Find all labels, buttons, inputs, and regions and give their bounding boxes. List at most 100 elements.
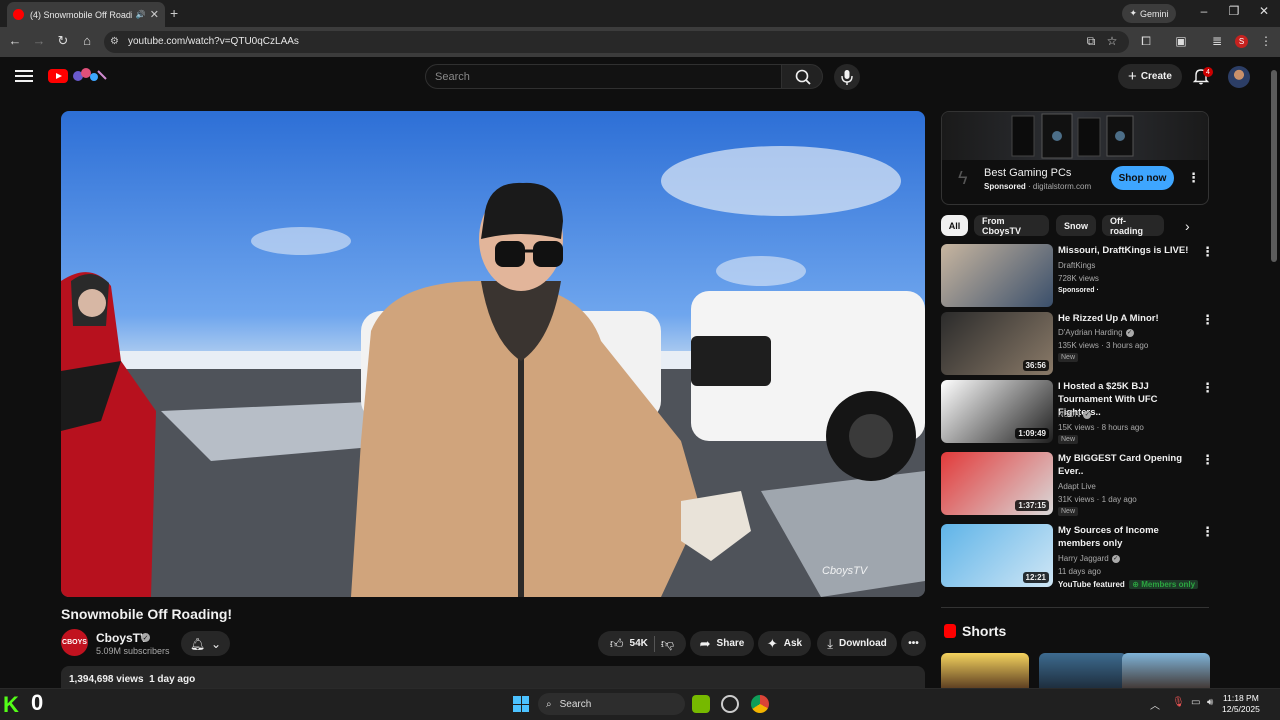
ad-title[interactable]: Best Gaming PCs [984, 167, 1071, 179]
more-vertical-icon[interactable]: ⋮ [1201, 524, 1214, 540]
like-count[interactable]: 54K [630, 638, 648, 649]
account-avatar[interactable] [1228, 66, 1250, 88]
create-button[interactable]: + Create [1118, 64, 1182, 89]
chevron-down-icon: ⌄ [211, 636, 222, 651]
chevron-right-icon[interactable]: › [1185, 218, 1190, 234]
site-info-icon[interactable]: ⚙ [110, 36, 119, 47]
video-thumbnail[interactable]: 12:21 [941, 524, 1053, 587]
video-thumbnail[interactable] [941, 244, 1053, 307]
download-icon: ⤓ [827, 635, 833, 651]
rec-title[interactable]: My BIGGEST Card Opening Ever.. [1058, 452, 1193, 478]
nvidia-app-icon[interactable] [692, 695, 710, 713]
chrome-app-icon[interactable] [751, 695, 769, 713]
more-vertical-icon[interactable]: ⋮ [1201, 452, 1214, 468]
rec-title[interactable]: Missouri, DraftKings is LIVE! [1058, 244, 1193, 257]
rec-title[interactable]: He Rizzed Up A Minor! [1058, 312, 1193, 325]
ad-banner-image[interactable] [942, 112, 1208, 160]
home-icon[interactable]: ⌂ [78, 33, 96, 48]
speaker-icon[interactable]: 🔊 [136, 10, 146, 19]
video-thumbnail[interactable]: 1:09:49 [941, 380, 1053, 443]
close-window-icon[interactable]: ✕ [1254, 4, 1274, 18]
split-view-icon[interactable]: ▣ [1173, 34, 1189, 48]
obs-app-icon[interactable] [721, 695, 739, 713]
list-item[interactable]: 1:09:49 I Hosted a $25K BJJ Tournament W… [941, 380, 1214, 444]
new-badge: New [1058, 435, 1079, 444]
hamburger-menu-icon[interactable] [15, 67, 33, 85]
short-thumbnail[interactable] [1039, 653, 1127, 693]
short-thumbnail[interactable] [1122, 653, 1210, 693]
display-icon[interactable]: ▭ [1191, 697, 1200, 708]
media-control-icon[interactable]: ≣ [1209, 34, 1225, 48]
scrollbar-thumb[interactable] [1271, 70, 1277, 262]
taskbar-search[interactable]: ⌕ Search [538, 693, 685, 715]
share-button[interactable]: ➦ Share [690, 631, 754, 656]
thumbs-down-icon[interactable]: 👎︎ [661, 636, 674, 652]
gemini-button[interactable]: ✦ Gemini [1122, 4, 1176, 23]
taskbar-clock[interactable]: 11:18 PM 12/5/2025 [1222, 693, 1260, 715]
url-text[interactable]: youtube.com/watch?v=QTU0qCzLAAs [128, 36, 299, 47]
rec-channel-row[interactable]: Harry Jaggard ✓ [1058, 552, 1120, 565]
close-tab-icon[interactable]: ✕ [150, 8, 159, 21]
browser-tab-bar [0, 0, 1280, 27]
chip-off-roading[interactable]: Off-roading [1102, 215, 1164, 236]
channel-avatar[interactable]: CBOYS [61, 629, 88, 656]
ad-more-icon[interactable]: ⋮ [1187, 170, 1200, 186]
kick-logo[interactable]: K [3, 692, 19, 718]
back-icon[interactable]: ← [6, 33, 24, 48]
search-input[interactable]: Search [425, 64, 782, 89]
more-vertical-icon[interactable]: ⋮ [1201, 380, 1214, 396]
divider [941, 607, 1209, 608]
list-item[interactable]: 1:37:15 My BIGGEST Card Opening Ever.. A… [941, 452, 1214, 516]
channel-watermark[interactable]: CboysTV [822, 565, 867, 577]
search-button[interactable] [781, 64, 823, 89]
chip-all[interactable]: All [941, 215, 968, 236]
youtube-doodle-logo[interactable] [70, 67, 108, 83]
ask-label: Ask [783, 638, 803, 649]
install-app-icon[interactable]: ⧉ [1083, 34, 1099, 49]
show-hidden-icons-icon[interactable]: ︿ [1150, 697, 1160, 712]
new-tab-button[interactable]: + [170, 5, 178, 21]
more-actions-button[interactable]: ••• [901, 631, 926, 656]
subscription-bell-button[interactable]: 🔔︎ ⌄ [181, 631, 230, 656]
thumbs-up-icon[interactable]: 👍︎ [610, 636, 624, 652]
more-vertical-icon[interactable]: ⋮ [1201, 312, 1214, 328]
voice-search-button[interactable] [834, 64, 860, 90]
download-button[interactable]: ⤓ Download [817, 631, 897, 656]
video-player[interactable] [61, 111, 925, 597]
chip-snow[interactable]: Snow [1056, 215, 1096, 236]
windows-start-icon[interactable] [513, 696, 529, 712]
rec-title[interactable]: My Sources of Income members only [1058, 524, 1193, 550]
list-item[interactable]: 12:21 My Sources of Income members only … [941, 524, 1214, 589]
minimize-icon[interactable]: – [1194, 4, 1214, 18]
extensions-icon[interactable]: ⧠ [1138, 34, 1154, 49]
view-count: 1,394,698 views [69, 674, 144, 685]
video-thumbnail[interactable]: 36:56 [941, 312, 1053, 375]
youtube-logo[interactable] [48, 69, 68, 83]
list-item[interactable]: 36:56 He Rizzed Up A Minor! D'Aydrian Ha… [941, 312, 1214, 376]
volume-icon[interactable]: 🔊︎ [1207, 697, 1213, 708]
chrome-menu-icon[interactable]: ⋮ [1258, 34, 1274, 48]
rec-channel-row[interactable]: D'Aydrian Harding ✓ [1058, 326, 1134, 339]
ask-button[interactable]: ✦ Ask [758, 631, 811, 656]
rec-channel-row[interactable]: N3ON ✓ [1058, 408, 1092, 421]
microphone-icon[interactable]: 🎙︎ [1172, 697, 1185, 708]
more-vertical-icon[interactable]: ⋮ [1201, 244, 1214, 260]
forward-icon[interactable]: → [30, 33, 48, 48]
ad-sponsor-line: Sponsored · digitalstorm.com [984, 182, 1091, 191]
video-thumbnail[interactable]: 1:37:15 [941, 452, 1053, 515]
browser-tab[interactable]: (4) Snowmobile Off Roading! 🔊 ✕ [7, 2, 165, 27]
verified-check-icon: ✓ [1111, 554, 1120, 563]
bookmark-star-icon[interactable]: ☆ [1104, 34, 1120, 48]
chip-from-channel[interactable]: From CboysTV [974, 215, 1049, 236]
profile-avatar[interactable]: S [1235, 35, 1248, 48]
shop-now-button[interactable]: Shop now [1111, 166, 1174, 190]
members-only-badge: ⊕ Members only [1129, 580, 1199, 589]
gemini-label: Gemini [1140, 8, 1169, 19]
list-item[interactable]: Missouri, DraftKings is LIVE! DraftKings… [941, 244, 1214, 308]
duration-badge: 1:37:15 [1015, 500, 1049, 511]
short-thumbnail[interactable] [941, 653, 1029, 693]
restore-icon[interactable]: ❐ [1224, 4, 1244, 18]
rec-channel[interactable]: Adapt Live [1058, 480, 1096, 493]
reload-icon[interactable]: ↻ [54, 33, 72, 49]
rec-channel[interactable]: DraftKings [1058, 259, 1095, 272]
